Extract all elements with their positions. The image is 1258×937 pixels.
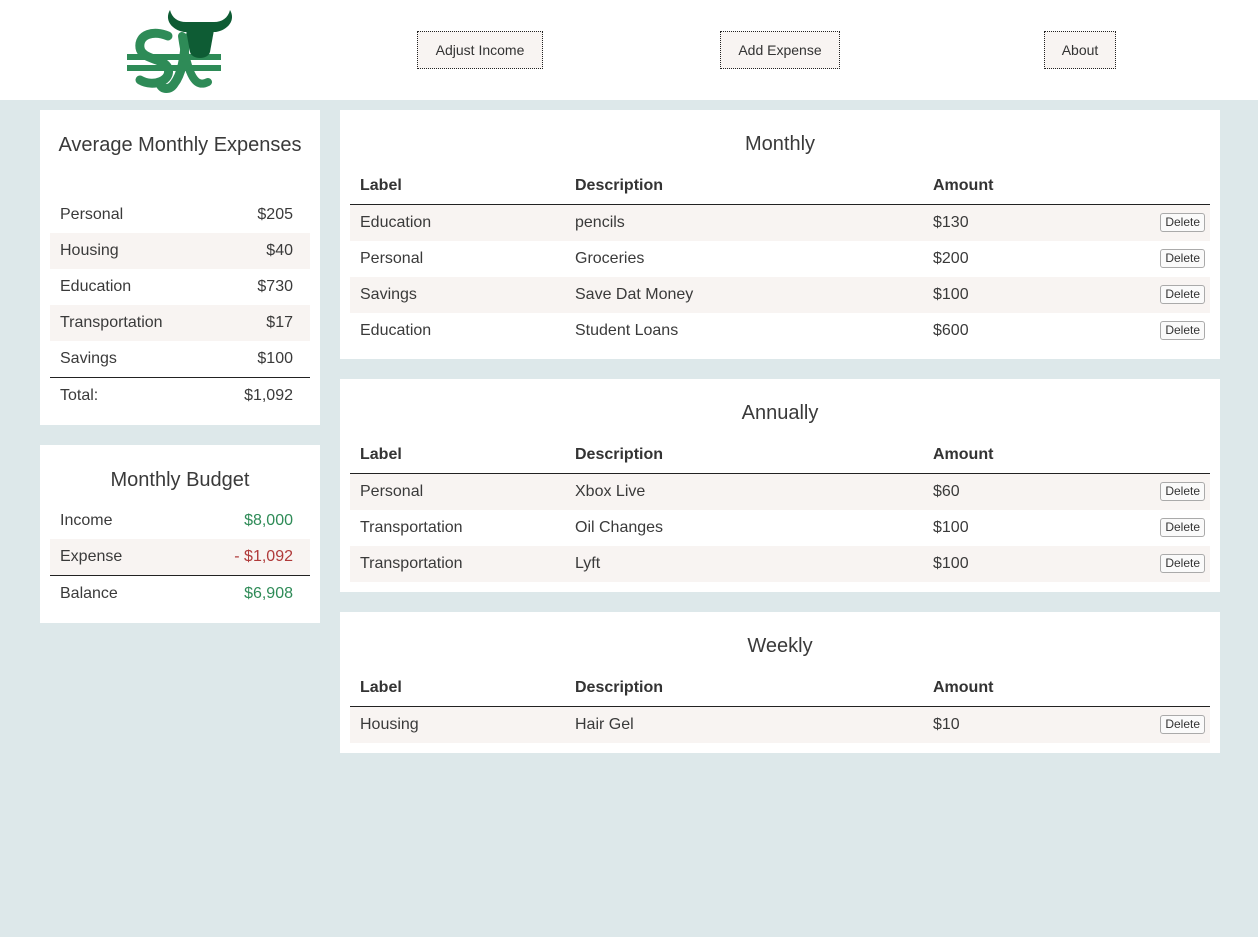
add-expense-button[interactable]: Add Expense [720, 31, 840, 69]
row-label: Education [360, 214, 432, 231]
expense-row: Expense - $1,092 [50, 539, 310, 575]
table-header: Label Description Amount [350, 438, 1210, 474]
table-row: Education pencils $130 Delete [350, 205, 1210, 241]
table-row: Housing Hair Gel $10 Delete [350, 707, 1210, 743]
total-label: Total: [60, 387, 99, 404]
category-row: Transportation $17 [50, 305, 310, 341]
weekly-title: Weekly [747, 635, 813, 657]
column-header-amount: Amount [933, 177, 994, 194]
delete-button[interactable]: Delete [1160, 518, 1205, 537]
row-amount: $60 [933, 483, 960, 500]
category-value: $100 [257, 350, 293, 367]
balance-label: Balance [60, 585, 118, 602]
category-label: Transportation [60, 314, 163, 331]
table-header: Label Description Amount [350, 671, 1210, 707]
income-label: Income [60, 512, 113, 529]
bull-dollar-logo[interactable] [124, 8, 236, 94]
delete-button[interactable]: Delete [1160, 249, 1205, 268]
category-row: Education $730 [50, 269, 310, 305]
delete-button[interactable]: Delete [1160, 715, 1205, 734]
table-row: Transportation Lyft $100 Delete [350, 546, 1210, 582]
table-row: Personal Groceries $200 Delete [350, 241, 1210, 277]
row-description: pencils [575, 214, 625, 231]
column-header-label: Label [360, 446, 402, 463]
row-label: Education [360, 322, 432, 339]
monthly-table: Label Description Amount Education penci… [350, 169, 1210, 349]
row-amount: $10 [933, 716, 960, 733]
average-monthly-title: Average Monthly Expenses [58, 134, 302, 156]
row-description: Xbox Live [575, 483, 646, 500]
row-description: Hair Gel [575, 716, 634, 733]
monthly-expenses-card: Monthly Label Description Amount Educati… [340, 110, 1220, 359]
delete-button[interactable]: Delete [1160, 482, 1205, 501]
income-row: Income $8,000 [50, 503, 310, 539]
balance-row: Balance $6,908 [50, 575, 310, 612]
category-row: Housing $40 [50, 233, 310, 269]
category-row: Savings $100 [50, 341, 310, 377]
category-label: Education [60, 278, 132, 295]
income-value: $8,000 [244, 512, 293, 529]
row-label: Transportation [360, 519, 463, 536]
annually-title: Annually [741, 402, 819, 424]
table-row: Education Student Loans $600 Delete [350, 313, 1210, 349]
weekly-expenses-card: Weekly Label Description Amount Housing … [340, 612, 1220, 753]
category-value: $40 [266, 242, 293, 259]
column-header-amount: Amount [933, 679, 994, 696]
column-header-label: Label [360, 177, 402, 194]
top-nav-bar: Adjust Income Add Expense About [0, 0, 1258, 100]
monthly-budget-title: Monthly Budget [110, 469, 250, 491]
category-value: $730 [257, 278, 293, 295]
monthly-budget-card: Monthly Budget Income $8,000 Expense - $… [40, 445, 320, 623]
expense-value: - $1,092 [234, 548, 293, 565]
category-value: $205 [257, 206, 293, 223]
average-monthly-list: Personal $205 Housing $40 Education $730… [50, 197, 310, 414]
budget-list: Income $8,000 Expense - $1,092 Balance $… [50, 503, 310, 612]
weekly-table: Label Description Amount Housing Hair Ge… [350, 671, 1210, 743]
delete-button[interactable]: Delete [1160, 554, 1205, 573]
row-description: Groceries [575, 250, 645, 267]
row-label: Savings [360, 286, 417, 303]
column-header-amount: Amount [933, 446, 994, 463]
table-row: Transportation Oil Changes $100 Delete [350, 510, 1210, 546]
row-description: Oil Changes [575, 519, 664, 536]
category-label: Housing [60, 242, 119, 259]
row-description: Lyft [575, 555, 601, 572]
row-amount: $200 [933, 250, 969, 267]
category-label: Savings [60, 350, 117, 367]
row-label: Personal [360, 483, 424, 500]
table-header: Label Description Amount [350, 169, 1210, 205]
annually-table: Label Description Amount Personal Xbox L… [350, 438, 1210, 582]
column-header-description: Description [575, 446, 664, 463]
category-value: $17 [266, 314, 293, 331]
total-value: $1,092 [244, 387, 293, 404]
balance-value: $6,908 [244, 585, 293, 602]
delete-button[interactable]: Delete [1160, 321, 1205, 340]
annual-expenses-card: Annually Label Description Amount Person… [340, 379, 1220, 592]
table-row: Savings Save Dat Money $100 Delete [350, 277, 1210, 313]
category-row: Personal $205 [50, 197, 310, 233]
average-monthly-expenses-card: Average Monthly Expenses Personal $205 H… [40, 110, 320, 425]
monthly-title: Monthly [744, 133, 816, 155]
about-button[interactable]: About [1044, 31, 1116, 69]
row-amount: $130 [933, 214, 969, 231]
column-header-description: Description [575, 679, 664, 696]
category-label: Personal [60, 206, 124, 223]
delete-button[interactable]: Delete [1160, 285, 1205, 304]
row-description: Student Loans [575, 322, 679, 339]
row-label: Personal [360, 250, 424, 267]
adjust-income-button[interactable]: Adjust Income [417, 31, 543, 69]
row-description: Save Dat Money [575, 286, 694, 303]
expense-label: Expense [60, 548, 123, 565]
total-row: Total: $1,092 [50, 377, 310, 414]
row-amount: $100 [933, 286, 969, 303]
row-amount: $600 [933, 322, 969, 339]
row-amount: $100 [933, 519, 969, 536]
column-header-description: Description [575, 177, 664, 194]
row-amount: $100 [933, 555, 969, 572]
table-row: Personal Xbox Live $60 Delete [350, 474, 1210, 510]
row-label: Housing [360, 716, 419, 733]
row-label: Transportation [360, 555, 463, 572]
delete-button[interactable]: Delete [1160, 213, 1205, 232]
column-header-label: Label [360, 679, 402, 696]
